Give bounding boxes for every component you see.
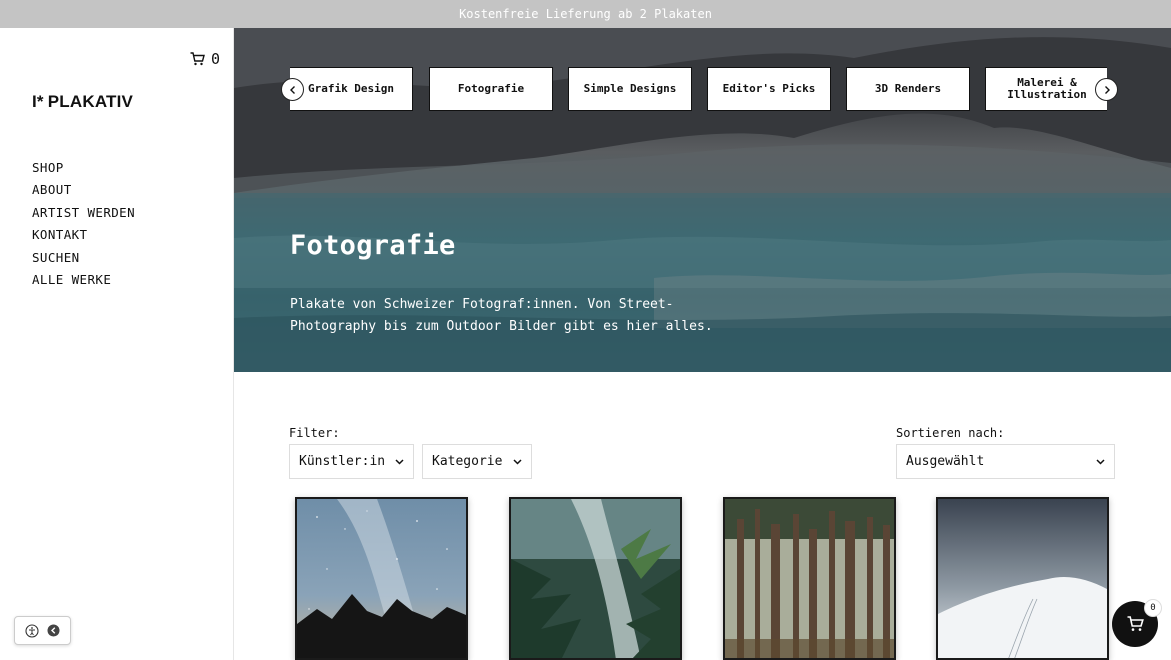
carousel-prev-button[interactable]: [281, 78, 304, 101]
artist-filter-select[interactable]: Künstler:in: [289, 444, 414, 479]
hero-banner: Grafik Design Fotografie Simple Designs …: [234, 28, 1171, 372]
product-card-milky-way[interactable]: [295, 497, 468, 660]
product-image-milky-way: [297, 499, 466, 658]
filter-label: Filter:: [289, 426, 340, 440]
nav-item-artist-werden[interactable]: ARTIST WERDEN: [32, 202, 135, 224]
main-nav: SHOP ABOUT ARTIST WERDEN KONTAKT SUCHEN …: [32, 157, 135, 291]
cart-icon: [190, 52, 205, 66]
nav-item-kontakt[interactable]: KONTAKT: [32, 224, 135, 246]
header-cart-button[interactable]: 0: [190, 50, 220, 68]
sidebar: 0 I* PLAKATIV SHOP ABOUT ARTIST WERDEN K…: [0, 28, 234, 660]
sort-value: Ausgewählt: [906, 454, 985, 469]
product-image-waterfall: [511, 499, 680, 658]
announcement-bar: Kostenfreie Lieferung ab 2 Plakaten: [0, 0, 1171, 28]
category-grafik-design[interactable]: Grafik Design: [290, 67, 413, 111]
product-card-forest[interactable]: [723, 497, 896, 660]
page-description: Plakate von Schweizer Fotograf:innen. Vo…: [290, 297, 713, 334]
product-image-forest: [725, 499, 894, 658]
nav-item-suchen[interactable]: SUCHEN: [32, 247, 135, 269]
chevron-down-icon: [1096, 458, 1105, 465]
category-editors-picks[interactable]: Editor's Picks: [707, 67, 831, 111]
cart-count: 0: [210, 50, 220, 68]
artist-filter-value: Künstler:in: [299, 454, 386, 469]
brand-logo[interactable]: I* PLAKATIV: [32, 92, 133, 112]
sort-select[interactable]: Ausgewählt: [896, 444, 1115, 479]
chevron-down-icon: [395, 458, 404, 465]
chevron-right-icon: [1104, 85, 1110, 94]
logo-text: PLAKATIV: [47, 92, 134, 111]
page-title: Fotografie: [290, 230, 456, 261]
accessibility-widget[interactable]: [14, 616, 71, 645]
category-fotografie[interactable]: Fotografie: [429, 67, 553, 111]
floating-cart-button[interactable]: 0: [1112, 599, 1162, 647]
collapse-arrow-icon[interactable]: [47, 624, 60, 637]
nav-item-about[interactable]: ABOUT: [32, 179, 135, 201]
category-carousel: Grafik Design Fotografie Simple Designs …: [290, 67, 1107, 111]
product-card-snow-mountain[interactable]: [936, 497, 1109, 660]
nav-item-alle-werke[interactable]: ALLE WERKE: [32, 269, 135, 291]
carousel-next-button[interactable]: [1095, 78, 1118, 101]
product-image-snow-mountain: [938, 499, 1107, 658]
accessibility-icon[interactable]: [25, 623, 39, 638]
chevron-left-icon: [289, 85, 295, 94]
category-malerei-illustration[interactable]: Malerei & Illustration: [985, 67, 1107, 111]
category-simple-designs[interactable]: Simple Designs: [568, 67, 692, 111]
cart-icon: [1127, 616, 1144, 631]
product-card-waterfall[interactable]: [509, 497, 682, 660]
category-3d-renders[interactable]: 3D Renders: [846, 67, 970, 111]
nav-item-shop[interactable]: SHOP: [32, 157, 135, 179]
category-filter-select[interactable]: Kategorie: [422, 444, 532, 479]
category-filter-value: Kategorie: [432, 454, 503, 469]
logo-mark: I*: [32, 92, 44, 111]
announcement-text: Kostenfreie Lieferung ab 2 Plakaten: [459, 7, 712, 21]
chevron-down-icon: [513, 458, 522, 465]
sort-label: Sortieren nach:: [896, 426, 1005, 440]
floating-cart-count: 0: [1144, 599, 1162, 617]
